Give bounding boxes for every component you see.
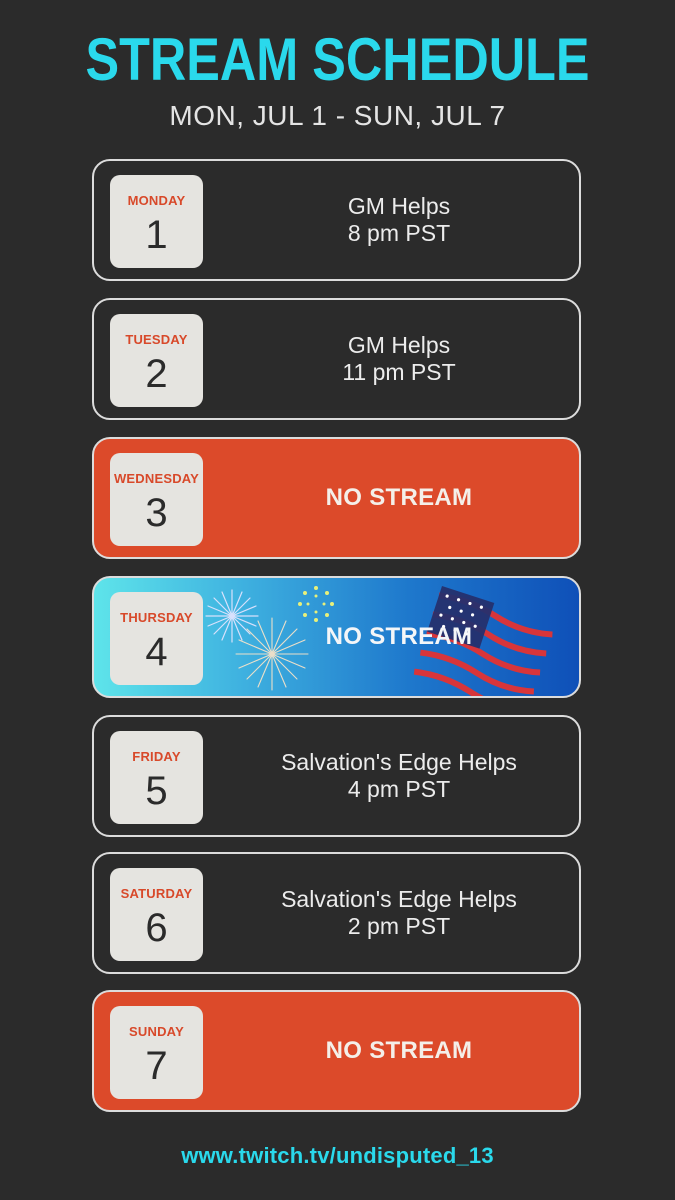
day-name: SUNDAY xyxy=(129,1024,184,1039)
schedule-card-thursday: THURSDAY 4 NO STREAM xyxy=(92,576,581,698)
event-time: 4 pm PST xyxy=(347,776,451,802)
day-name: WEDNESDAY xyxy=(113,471,200,486)
day-number: 4 xyxy=(145,630,168,674)
calendar-icon: SATURDAY 6 xyxy=(110,868,203,961)
no-stream-label: NO STREAM xyxy=(325,623,473,650)
no-stream-label: NO STREAM xyxy=(325,484,473,511)
day-number: 7 xyxy=(145,1044,168,1088)
calendar-icon: THURSDAY 4 xyxy=(110,592,203,685)
schedule-card-wednesday: WEDNESDAY 3 NO STREAM xyxy=(92,437,581,559)
schedule-card-sunday: SUNDAY 7 NO STREAM xyxy=(92,990,581,1112)
day-number: 2 xyxy=(145,352,168,396)
day-number: 1 xyxy=(145,213,168,257)
event-title: Salvation's Edge Helps xyxy=(281,749,517,775)
event-title: Salvation's Edge Helps xyxy=(281,886,517,912)
day-number: 6 xyxy=(145,906,168,950)
event-title: GM Helps xyxy=(347,332,451,358)
calendar-icon: TUESDAY 2 xyxy=(110,314,203,407)
event-time: 11 pm PST xyxy=(342,359,456,385)
schedule-card-saturday: SATURDAY 6 Salvation's Edge Helps 2 pm P… xyxy=(92,852,581,974)
calendar-icon: WEDNESDAY 3 xyxy=(110,453,203,546)
no-stream-label: NO STREAM xyxy=(325,1037,473,1064)
day-name: THURSDAY xyxy=(120,610,193,625)
day-name: FRIDAY xyxy=(132,749,181,764)
date-range: MON, JUL 1 - SUN, JUL 7 xyxy=(169,100,506,131)
event-time: 8 pm PST xyxy=(347,220,451,246)
twitch-url-link[interactable]: www.twitch.tv/undisputed_13 xyxy=(0,1143,675,1169)
schedule-card-monday: MONDAY 1 GM Helps 8 pm PST xyxy=(92,159,581,281)
calendar-icon: FRIDAY 5 xyxy=(110,731,203,824)
schedule-card-tuesday: TUESDAY 2 GM Helps 11 pm PST xyxy=(92,298,581,420)
day-name: TUESDAY xyxy=(125,332,188,347)
event-title: GM Helps xyxy=(347,193,451,219)
page-title: STREAM SCHEDULE xyxy=(85,26,590,93)
day-number: 3 xyxy=(145,491,168,535)
calendar-icon: MONDAY 1 xyxy=(110,175,203,268)
day-name: SATURDAY xyxy=(120,886,193,901)
day-name: MONDAY xyxy=(127,193,186,208)
calendar-icon: SUNDAY 7 xyxy=(110,1006,203,1099)
event-time: 2 pm PST xyxy=(347,913,451,939)
day-number: 5 xyxy=(145,769,168,813)
schedule-card-friday: FRIDAY 5 Salvation's Edge Helps 4 pm PST xyxy=(92,715,581,837)
